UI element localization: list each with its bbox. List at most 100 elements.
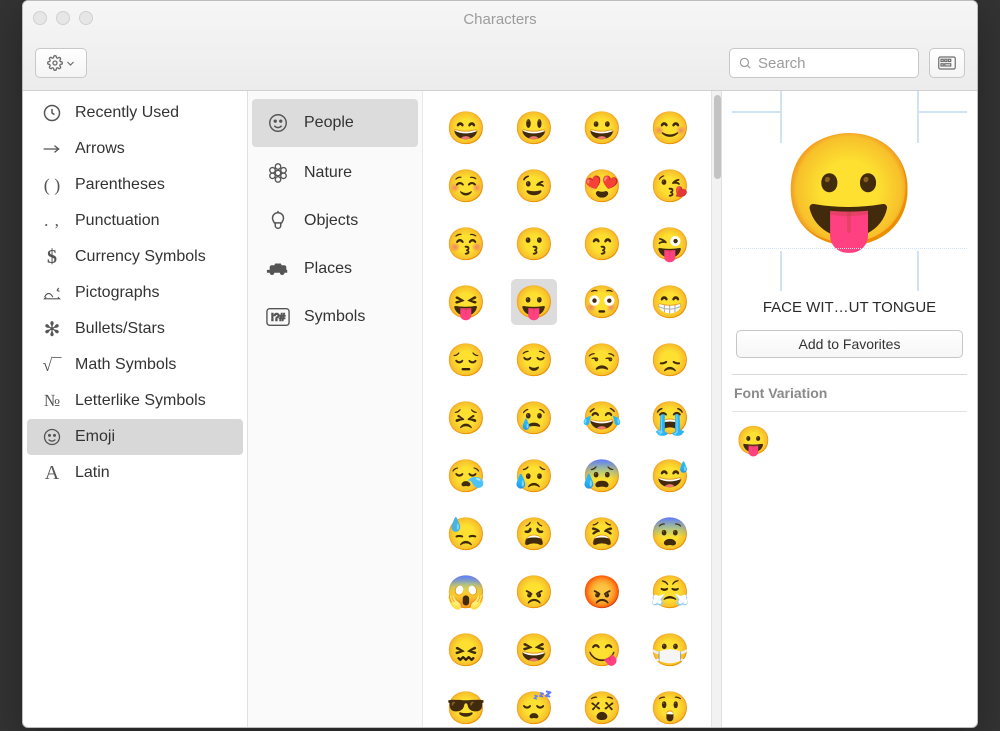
font-variation-swatch[interactable]: 😛	[732, 424, 967, 457]
sidebar-item-currency[interactable]: $ Currency Symbols	[23, 239, 247, 275]
sidebar-item-recently-used[interactable]: Recently Used	[23, 95, 247, 131]
sidebar-item-letterlike[interactable]: № Letterlike Symbols	[23, 383, 247, 419]
category-item-label: Objects	[304, 212, 358, 230]
sidebar-item-parentheses[interactable]: ( ) Parentheses	[23, 167, 247, 203]
sidebar-item-label: Currency Symbols	[75, 248, 206, 266]
chevron-down-icon	[66, 59, 75, 68]
add-to-favorites-button[interactable]: Add to Favorites	[736, 330, 963, 358]
search-field[interactable]	[729, 48, 919, 78]
category-item-places[interactable]: Places	[248, 245, 422, 293]
font-variation-section: Font Variation 😛	[732, 374, 967, 457]
scrollbar-thumb[interactable]	[714, 95, 721, 179]
emoji-cell[interactable]: 😋	[579, 627, 625, 673]
letterlike-icon: №	[41, 390, 63, 412]
punctuation-icon: . ,	[41, 210, 63, 232]
sidebar-item-latin[interactable]: A Latin	[23, 455, 247, 491]
currency-icon: $	[41, 246, 63, 268]
emoji-cell[interactable]: 😨	[647, 511, 693, 557]
people-icon	[266, 111, 290, 135]
emoji-cell[interactable]: 😘	[647, 163, 693, 209]
emoji-cell[interactable]: 😃	[511, 105, 557, 151]
emoji-cell[interactable]: 😥	[511, 453, 557, 499]
emoji-cell[interactable]: 😂	[579, 395, 625, 441]
emoji-cell[interactable]: 😅	[647, 453, 693, 499]
emoji-cell[interactable]: 😄	[443, 105, 489, 151]
sidebar-item-punctuation[interactable]: . , Punctuation	[23, 203, 247, 239]
pictograph-icon	[41, 282, 63, 304]
emoji-cell[interactable]: 😱	[443, 569, 489, 615]
emoji-cell[interactable]: 😡	[579, 569, 625, 615]
emoji-cell[interactable]: 😗	[511, 221, 557, 267]
category-item-symbols[interactable]: !?# Symbols	[248, 293, 422, 341]
emoji-grid-wrap: 😄 😃 😀 😊 ☺️ 😉 😍 😘 😚 😗 😙 😜 😝 😛 😳 😁 😔 😌 😒 😞 😣 😢 😂 😭 😪 😥 😰 😅 😓 😩 😫 😨 😱 😠 😡 😤 😖 😆 😋…	[423, 91, 721, 727]
sidebar-item-bullets-stars[interactable]: ✻ Bullets/Stars	[23, 311, 247, 347]
parentheses-icon: ( )	[41, 174, 63, 196]
emoji-cell[interactable]: 😙	[579, 221, 625, 267]
search-icon	[738, 56, 752, 70]
emoji-cell[interactable]: 😴	[511, 685, 557, 727]
sidebar-item-label: Letterlike Symbols	[75, 392, 206, 410]
emoji-category-column: People Nature Objects Places !?# Symbols	[248, 91, 423, 727]
search-input[interactable]	[758, 55, 910, 72]
emoji-cell[interactable]: 😜	[647, 221, 693, 267]
sidebar-item-arrows[interactable]: Arrows	[23, 131, 247, 167]
emoji-cell[interactable]: 😎	[443, 685, 489, 727]
sidebar-item-label: Arrows	[75, 140, 125, 158]
clock-icon	[41, 102, 63, 124]
sidebar-item-label: Emoji	[75, 428, 115, 446]
sidebar-item-emoji[interactable]: Emoji	[27, 419, 243, 455]
emoji-cell[interactable]: 😢	[511, 395, 557, 441]
emoji-cell[interactable]: 😆	[511, 627, 557, 673]
window-title: Characters	[23, 11, 977, 28]
emoji-cell[interactable]: 😚	[443, 221, 489, 267]
action-menu-button[interactable]	[35, 48, 87, 78]
emoji-cell[interactable]: 😰	[579, 453, 625, 499]
emoji-cell[interactable]: 😣	[443, 395, 489, 441]
symbols-icon: !?#	[266, 305, 290, 329]
emoji-cell[interactable]: 😷	[647, 627, 693, 673]
sidebar-item-pictographs[interactable]: Pictographs	[23, 275, 247, 311]
category-item-nature[interactable]: Nature	[248, 149, 422, 197]
arrow-right-icon	[41, 138, 63, 160]
latin-icon: A	[41, 462, 63, 484]
sidebar-item-label: Pictographs	[75, 284, 160, 302]
scrollbar[interactable]	[711, 91, 721, 727]
emoji-cell[interactable]: ☺️	[443, 163, 489, 209]
emoji-cell[interactable]: 😀	[579, 105, 625, 151]
emoji-cell[interactable]: 😲	[647, 685, 693, 727]
emoji-cell[interactable]: 😤	[647, 569, 693, 615]
emoji-cell[interactable]: 😉	[511, 163, 557, 209]
emoji-cell[interactable]: 😊	[647, 105, 693, 151]
emoji-icon	[41, 426, 63, 448]
emoji-cell[interactable]: 😪	[443, 453, 489, 499]
emoji-cell[interactable]: 😖	[443, 627, 489, 673]
emoji-cell[interactable]: 😛	[511, 279, 557, 325]
emoji-cell[interactable]: 😞	[647, 337, 693, 383]
emoji-cell[interactable]: 😩	[511, 511, 557, 557]
emoji-grid[interactable]: 😄 😃 😀 😊 ☺️ 😉 😍 😘 😚 😗 😙 😜 😝 😛 😳 😁 😔 😌 😒 😞 😣 😢 😂 😭 😪 😥 😰 😅 😓 😩 😫 😨 😱 😠 😡 😤 😖 😆 😋…	[423, 91, 711, 727]
emoji-cell[interactable]: 😍	[579, 163, 625, 209]
compact-view-button[interactable]	[929, 48, 965, 78]
emoji-cell[interactable]: 😫	[579, 511, 625, 557]
sidebar-item-label: Bullets/Stars	[75, 320, 165, 338]
category-item-label: Nature	[304, 164, 352, 182]
emoji-cell[interactable]: 😵	[579, 685, 625, 727]
category-item-people[interactable]: People	[252, 99, 418, 147]
emoji-cell[interactable]: 😳	[579, 279, 625, 325]
character-name: FACE WIT…UT TONGUE	[722, 291, 977, 330]
emoji-cell[interactable]: 😭	[647, 395, 693, 441]
emoji-cell[interactable]: 😒	[579, 337, 625, 383]
math-icon: √¯	[41, 354, 63, 376]
category-item-objects[interactable]: Objects	[248, 197, 422, 245]
font-variation-label: Font Variation	[732, 385, 967, 412]
emoji-cell[interactable]: 😠	[511, 569, 557, 615]
category-item-label: Symbols	[304, 308, 365, 326]
sidebar-item-math[interactable]: √¯ Math Symbols	[23, 347, 247, 383]
emoji-cell[interactable]: 😁	[647, 279, 693, 325]
category-item-label: Places	[304, 260, 352, 278]
sidebar-item-label: Parentheses	[75, 176, 165, 194]
emoji-cell[interactable]: 😓	[443, 511, 489, 557]
emoji-cell[interactable]: 😌	[511, 337, 557, 383]
emoji-cell[interactable]: 😔	[443, 337, 489, 383]
emoji-cell[interactable]: 😝	[443, 279, 489, 325]
